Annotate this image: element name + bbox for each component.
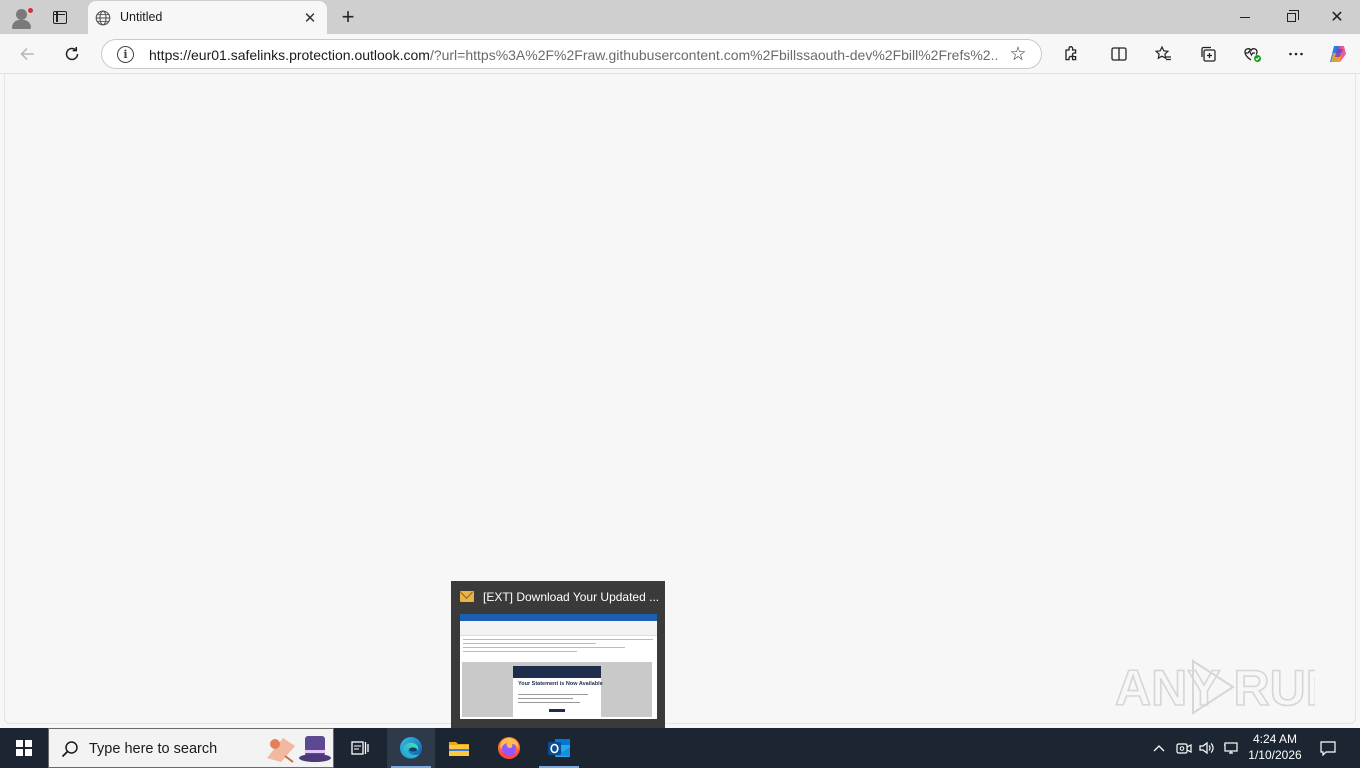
browser-essentials-icon [1244, 48, 1261, 62]
collections-button[interactable] [1193, 40, 1223, 68]
favorites-button[interactable] [1148, 40, 1178, 68]
add-favorite-star-icon[interactable]: ☆ [1007, 43, 1029, 65]
split-screen-icon [1111, 47, 1127, 61]
address-bar[interactable]: i https://eur01.safelinks.protection.out… [101, 39, 1042, 69]
tab-actions-button[interactable] [46, 5, 74, 29]
back-arrow-icon [20, 47, 34, 61]
preview-thumbnail: Your Statement is Now Available [460, 614, 657, 719]
start-button[interactable] [0, 728, 48, 768]
site-info-icon[interactable]: i [117, 46, 134, 63]
anyrun-logo-icon: ANY RUN [1114, 659, 1343, 717]
favorites-icon [1154, 45, 1171, 61]
new-tab-button[interactable]: + [336, 4, 360, 30]
minimize-icon [1240, 16, 1250, 18]
outlook-icon [548, 739, 570, 757]
browser-tab[interactable]: Untitled ✕ [88, 1, 327, 34]
restore-button[interactable] [1268, 0, 1314, 34]
clock-date: 1/10/2026 [1248, 748, 1302, 762]
url-path: /?url=https%3A%2F%2Fraw.githubuserconten… [429, 47, 999, 63]
notification-icon [1320, 741, 1336, 756]
meet-now-button[interactable] [1173, 728, 1195, 768]
task-view-button[interactable] [336, 728, 384, 768]
taskbar-search-box[interactable]: Type here to search [48, 728, 334, 768]
speaker-icon [1199, 741, 1214, 755]
preview-window-title: [EXT] Download Your Updated ... [483, 590, 660, 604]
task-view-icon [351, 741, 369, 755]
more-options-button[interactable] [1281, 40, 1311, 68]
browser-toolbar: i https://eur01.safelinks.protection.out… [0, 34, 1360, 74]
extensions-button[interactable] [1056, 40, 1086, 68]
tab-actions-icon [53, 10, 67, 24]
preview-heading: Your Statement is Now Available [518, 681, 603, 687]
search-placeholder: Type here to search [89, 741, 218, 757]
show-hidden-icons-button[interactable] [1148, 728, 1170, 768]
refresh-button[interactable] [56, 38, 88, 70]
taskbar-edge[interactable] [387, 728, 435, 768]
back-button[interactable] [12, 38, 44, 70]
taskbar-outlook[interactable] [535, 728, 583, 768]
tab-close-button[interactable]: ✕ [300, 8, 320, 28]
profile-notification-dot [27, 7, 34, 14]
search-highlight-decoration-icon [267, 736, 331, 763]
profile-avatar-icon [16, 9, 27, 20]
page-content-area [4, 74, 1356, 724]
firefox-icon [498, 737, 520, 759]
anyrun-watermark: ANY RUN [1114, 655, 1343, 719]
copilot-icon [1330, 46, 1346, 62]
address-url[interactable]: https://eur01.safelinks.protection.outlo… [149, 47, 999, 63]
split-screen-button[interactable] [1104, 40, 1134, 68]
taskbar-window-preview[interactable]: [EXT] Download Your Updated ... Your Sta… [451, 581, 665, 728]
folder-icon [449, 742, 469, 756]
taskbar: Type here to search 4:24 AM 1/10/2026 [0, 728, 1360, 768]
clock-time: 4:24 AM [1252, 732, 1298, 746]
minimize-button[interactable] [1222, 0, 1268, 34]
watermark-text: ANY RUN [1115, 660, 1315, 716]
restore-icon [1286, 9, 1299, 22]
tab-strip: Untitled ✕ + ✕ [0, 0, 1360, 34]
globe-icon [95, 10, 111, 26]
close-window-button[interactable]: ✕ [1314, 0, 1360, 34]
tab-title: Untitled [120, 10, 163, 24]
taskbar-file-explorer[interactable] [435, 728, 483, 768]
mail-envelope-icon [460, 591, 474, 602]
search-icon [61, 741, 78, 758]
url-host: https://eur01.safelinks.protection.outlo… [149, 47, 430, 63]
preview-email-card: Your Statement is Now Available [513, 666, 603, 719]
browser-essentials-button[interactable] [1237, 40, 1267, 68]
refresh-icon [65, 47, 79, 61]
network-button[interactable] [1220, 728, 1242, 768]
taskbar-firefox[interactable] [485, 728, 533, 768]
chevron-up-icon [1153, 745, 1165, 752]
network-icon [1224, 742, 1238, 754]
copilot-button[interactable] [1323, 40, 1353, 68]
windows-logo-icon [16, 740, 32, 756]
extensions-icon [1065, 46, 1077, 61]
close-icon: ✕ [1330, 9, 1344, 26]
camera-icon [1176, 743, 1192, 754]
action-center-button[interactable] [1310, 728, 1346, 768]
more-icon [1289, 52, 1303, 56]
taskbar-clock[interactable]: 4:24 AM 1/10/2026 [1240, 731, 1310, 763]
edge-icon [400, 737, 422, 759]
collections-icon [1201, 46, 1216, 62]
volume-button[interactable] [1196, 728, 1218, 768]
profile-button[interactable] [8, 4, 36, 30]
